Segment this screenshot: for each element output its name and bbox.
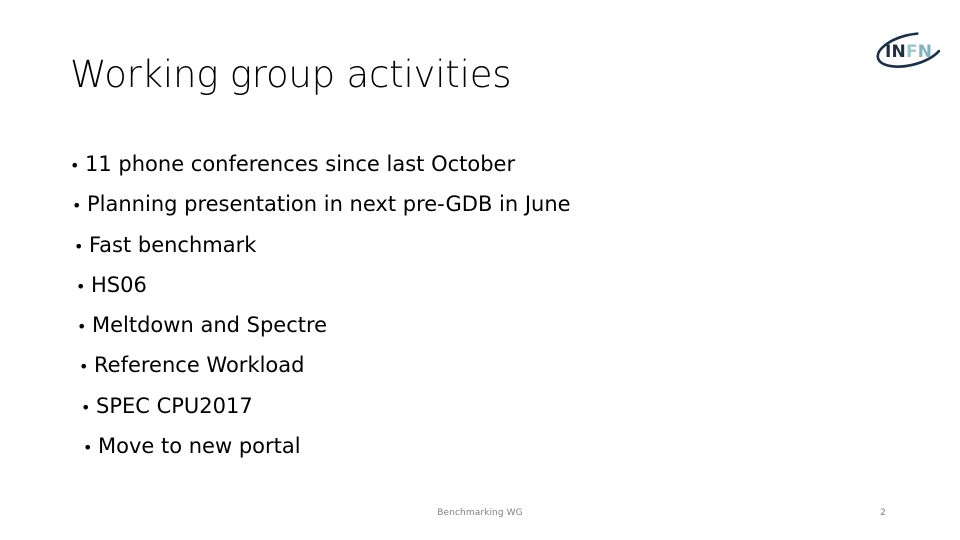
bullet-marker-icon: • <box>72 196 82 216</box>
bullet-marker-icon: • <box>74 236 84 256</box>
list-item-label: Planning presentation in next pre-GDB in… <box>87 192 571 217</box>
slide-canvas: Working group activities • 11 phone confe… <box>0 0 960 540</box>
list-item: • Meltdown and Spectre <box>0 305 900 345</box>
list-item: • HS06 <box>0 265 900 305</box>
list-item: • Planning presentation in next pre-GDB i… <box>0 184 900 224</box>
list-item-label: SPEC CPU2017 <box>96 393 253 418</box>
bullet-list: • 11 phone conferences since last October… <box>0 144 900 466</box>
list-item: • 11 phone conferences since last October <box>0 144 900 184</box>
bullet-marker-icon: • <box>76 276 86 296</box>
infn-logo-text: INFN <box>885 42 932 62</box>
bullet-marker-icon: • <box>79 357 89 377</box>
list-item: • Move to new portal <box>0 426 900 466</box>
list-item: • SPEC CPU2017 <box>0 386 900 426</box>
list-item: • Fast benchmark <box>0 225 900 265</box>
list-item-label: HS06 <box>91 272 147 297</box>
list-item-label: 11 phone conferences since last October <box>85 152 516 176</box>
bullet-marker-icon: • <box>83 438 93 458</box>
list-item-label: Meltdown and Spectre <box>92 313 328 338</box>
slide-page-number: 2 <box>880 508 886 518</box>
list-item-label: Reference Workload <box>94 353 305 378</box>
list-item: • Reference Workload <box>0 345 900 385</box>
bullet-marker-icon: • <box>70 156 80 175</box>
bullet-marker-icon: • <box>81 397 91 417</box>
list-item-label: Fast benchmark <box>89 232 257 257</box>
bullet-marker-icon: • <box>77 317 87 337</box>
infn-logo: INFN <box>872 28 948 72</box>
page-title: Working group activities <box>70 53 512 96</box>
list-item-label: Move to new portal <box>98 434 301 459</box>
slide-footer-text: Benchmarking WG <box>437 508 523 518</box>
